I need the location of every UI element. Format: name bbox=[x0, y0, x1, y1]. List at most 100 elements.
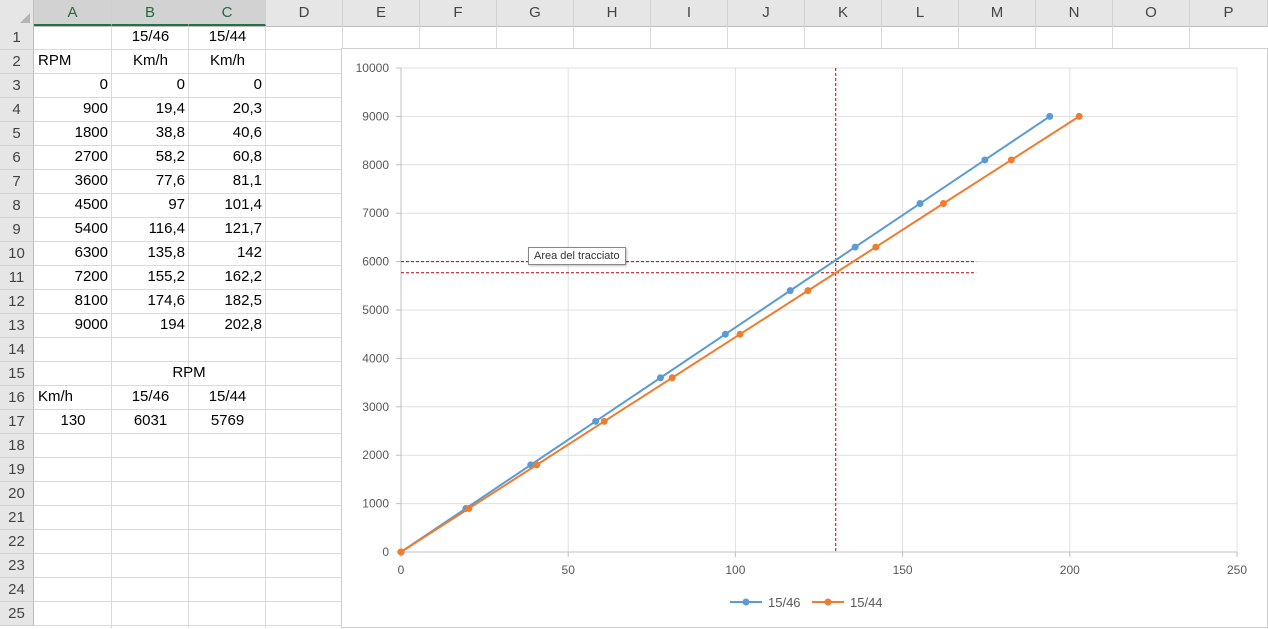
row-header-9[interactable]: 9 bbox=[0, 218, 34, 242]
cell-c6[interactable]: 60,8 bbox=[189, 145, 266, 169]
column-header-d[interactable]: D bbox=[266, 0, 343, 26]
row-header-22[interactable]: 22 bbox=[0, 530, 34, 554]
row-header-12[interactable]: 12 bbox=[0, 290, 34, 314]
row-header-8[interactable]: 8 bbox=[0, 194, 34, 218]
row-header-25[interactable]: 25 bbox=[0, 602, 34, 626]
column-header-n[interactable]: N bbox=[1036, 0, 1113, 26]
row-header-16[interactable]: 16 bbox=[0, 386, 34, 410]
cell-c1[interactable]: 15/44 bbox=[189, 25, 266, 49]
cell-b13[interactable]: 194 bbox=[112, 313, 189, 337]
cell-b9[interactable]: 116,4 bbox=[112, 217, 189, 241]
data-point-15-46[interactable] bbox=[786, 287, 794, 295]
cell-c9[interactable]: 121,7 bbox=[189, 217, 266, 241]
column-header-c[interactable]: C bbox=[189, 0, 266, 26]
cell-b10[interactable]: 135,8 bbox=[112, 241, 189, 265]
cell-a12[interactable]: 8100 bbox=[34, 289, 112, 313]
row-header-5[interactable]: 5 bbox=[0, 122, 34, 146]
column-header-a[interactable]: A bbox=[34, 0, 112, 26]
column-header-l[interactable]: L bbox=[882, 0, 959, 26]
column-header-e[interactable]: E bbox=[343, 0, 420, 26]
row-header-14[interactable]: 14 bbox=[0, 338, 34, 362]
row-header-21[interactable]: 21 bbox=[0, 506, 34, 530]
column-header-b[interactable]: B bbox=[112, 0, 189, 26]
cell-a6[interactable]: 2700 bbox=[34, 145, 112, 169]
row-header-4[interactable]: 4 bbox=[0, 98, 34, 122]
data-point-15-44[interactable] bbox=[465, 504, 473, 512]
cell-a13[interactable]: 9000 bbox=[34, 313, 112, 337]
cell-b16[interactable]: 15/46 bbox=[112, 385, 189, 409]
cell-b11[interactable]: 155,2 bbox=[112, 265, 189, 289]
data-point-15-44[interactable] bbox=[600, 417, 608, 425]
cell-a9[interactable]: 5400 bbox=[34, 217, 112, 241]
cell-b3[interactable]: 0 bbox=[112, 73, 189, 97]
cell-b6[interactable]: 58,2 bbox=[112, 145, 189, 169]
cell-c16[interactable]: 15/44 bbox=[189, 385, 266, 409]
cell-c7[interactable]: 81,1 bbox=[189, 169, 266, 193]
data-point-15-46[interactable] bbox=[851, 243, 859, 251]
select-all-corner[interactable] bbox=[0, 0, 34, 26]
cell-c10[interactable]: 142 bbox=[189, 241, 266, 265]
data-point-15-44[interactable] bbox=[939, 200, 947, 208]
column-header-i[interactable]: I bbox=[651, 0, 728, 26]
row-header-15[interactable]: 15 bbox=[0, 362, 34, 386]
cell-a4[interactable]: 900 bbox=[34, 97, 112, 121]
data-point-15-44[interactable] bbox=[668, 374, 676, 382]
row-header-10[interactable]: 10 bbox=[0, 242, 34, 266]
legend-label[interactable]: 15/46 bbox=[768, 595, 801, 610]
data-point-15-46[interactable] bbox=[981, 156, 989, 164]
cell-c8[interactable]: 101,4 bbox=[189, 193, 266, 217]
data-point-15-44[interactable] bbox=[397, 548, 405, 556]
column-header-k[interactable]: K bbox=[805, 0, 882, 26]
cell-b5[interactable]: 38,8 bbox=[112, 121, 189, 145]
cell-a8[interactable]: 4500 bbox=[34, 193, 112, 217]
row-header-19[interactable]: 19 bbox=[0, 458, 34, 482]
cell-b4[interactable]: 19,4 bbox=[112, 97, 189, 121]
data-point-15-46[interactable] bbox=[721, 330, 729, 338]
row-header-18[interactable]: 18 bbox=[0, 434, 34, 458]
cell-c12[interactable]: 182,5 bbox=[189, 289, 266, 313]
row-header-20[interactable]: 20 bbox=[0, 482, 34, 506]
data-point-15-46[interactable] bbox=[1046, 112, 1054, 120]
data-point-15-44[interactable] bbox=[533, 461, 541, 469]
column-header-f[interactable]: F bbox=[420, 0, 497, 26]
cell-a17[interactable]: 130 bbox=[34, 409, 112, 433]
cell-c3[interactable]: 0 bbox=[189, 73, 266, 97]
cell-a11[interactable]: 7200 bbox=[34, 265, 112, 289]
cell-b17[interactable]: 6031 bbox=[112, 409, 189, 433]
cell-b15[interactable]: RPM bbox=[112, 361, 266, 385]
data-point-15-46[interactable] bbox=[656, 374, 664, 382]
cell-a10[interactable]: 6300 bbox=[34, 241, 112, 265]
row-header-13[interactable]: 13 bbox=[0, 314, 34, 338]
cell-b12[interactable]: 174,6 bbox=[112, 289, 189, 313]
column-header-g[interactable]: G bbox=[497, 0, 574, 26]
row-header-24[interactable]: 24 bbox=[0, 578, 34, 602]
cell-c2[interactable]: Km/h bbox=[189, 49, 266, 73]
cell-a2[interactable]: RPM bbox=[34, 49, 112, 73]
data-point-15-44[interactable] bbox=[736, 330, 744, 338]
cell-b1[interactable]: 15/46 bbox=[112, 25, 189, 49]
cell-c13[interactable]: 202,8 bbox=[189, 313, 266, 337]
row-header-11[interactable]: 11 bbox=[0, 266, 34, 290]
cell-a5[interactable]: 1800 bbox=[34, 121, 112, 145]
row-header-17[interactable]: 17 bbox=[0, 410, 34, 434]
row-header-7[interactable]: 7 bbox=[0, 170, 34, 194]
cell-c5[interactable]: 40,6 bbox=[189, 121, 266, 145]
column-header-m[interactable]: M bbox=[959, 0, 1036, 26]
cell-c4[interactable]: 20,3 bbox=[189, 97, 266, 121]
row-header-2[interactable]: 2 bbox=[0, 50, 34, 74]
data-point-15-44[interactable] bbox=[1007, 156, 1015, 164]
cell-a3[interactable]: 0 bbox=[34, 73, 112, 97]
column-header-p[interactable]: P bbox=[1190, 0, 1268, 26]
chart-area[interactable]: 0 1000 2000 3000 4000 5000 6000 7000 8000 9000 100… bbox=[341, 48, 1268, 628]
data-point-15-44[interactable] bbox=[872, 243, 880, 251]
row-header-1[interactable]: 1 bbox=[0, 26, 34, 50]
cell-c17[interactable]: 5769 bbox=[189, 409, 266, 433]
data-point-15-46[interactable] bbox=[592, 417, 600, 425]
column-header-h[interactable]: H bbox=[574, 0, 651, 26]
cell-a16[interactable]: Km/h bbox=[34, 385, 112, 409]
cell-b2[interactable]: Km/h bbox=[112, 49, 189, 73]
data-point-15-46[interactable] bbox=[916, 200, 924, 208]
legend-label[interactable]: 15/44 bbox=[850, 595, 883, 610]
row-header-3[interactable]: 3 bbox=[0, 74, 34, 98]
cell-c11[interactable]: 162,2 bbox=[189, 265, 266, 289]
